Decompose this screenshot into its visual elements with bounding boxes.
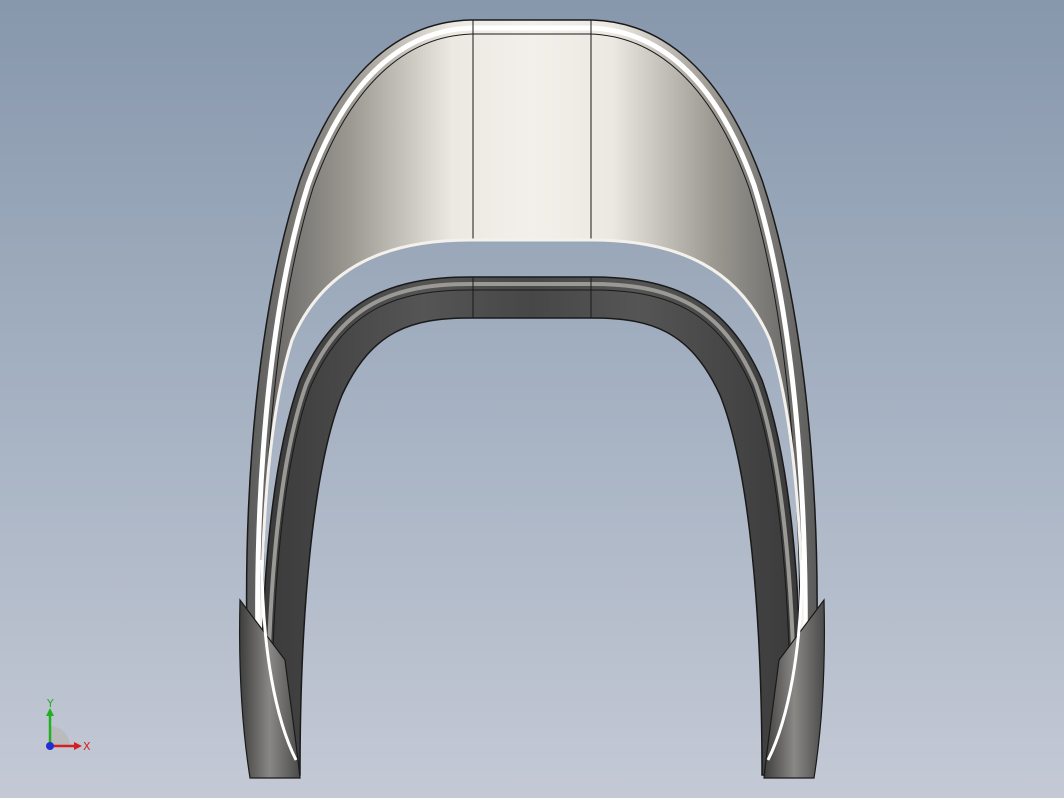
triad-quarter-disc [50,726,70,746]
z-axis-dot [46,742,54,750]
x-axis-arrowhead [74,742,82,750]
inner-band-surface [260,276,802,776]
coordinate-triad: Y X [46,697,91,753]
cad-model-view[interactable] [0,0,1064,798]
graphics-viewport[interactable]: Y X [0,0,1064,798]
y-axis-label: Y [46,697,54,710]
x-axis-label: X [83,740,91,753]
